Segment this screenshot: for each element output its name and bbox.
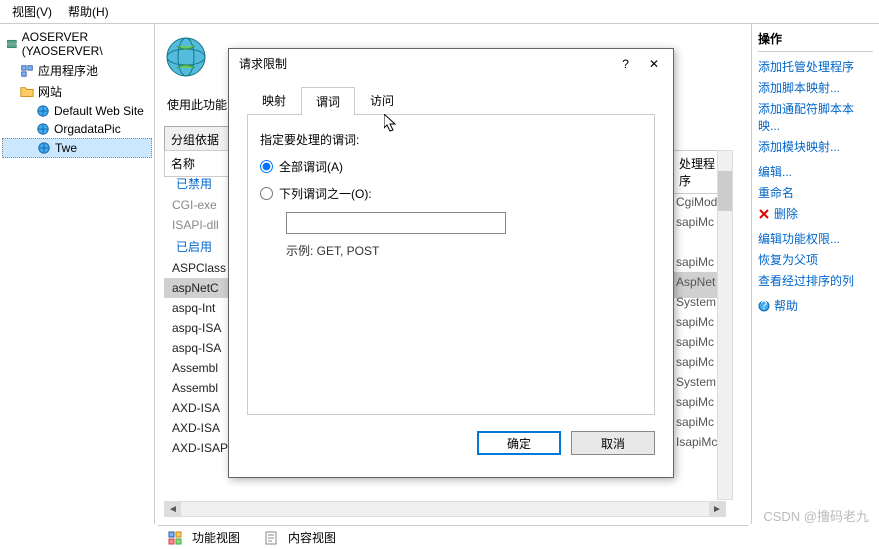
scroll-thumb[interactable]: [718, 171, 732, 211]
tab-features-label: 功能视图: [186, 527, 246, 548]
globe-icon: [36, 122, 50, 136]
apppool-icon: [20, 64, 34, 78]
page-globe-icon: [165, 36, 207, 78]
action-delete-label: 删除: [774, 205, 798, 222]
help-icon: ?: [758, 300, 770, 312]
action-rename[interactable]: 重命名: [758, 182, 873, 203]
tree-panel: AOSERVER (YAOSERVER\ 应用程序池 网站 Default We…: [0, 24, 155, 524]
radio-list-verbs[interactable]: 下列谓词之一(O):: [260, 185, 642, 202]
tree-apppool[interactable]: 应用程序池: [2, 60, 152, 81]
globe-icon: [37, 141, 51, 155]
group-by-header[interactable]: 分组依据: [164, 126, 228, 153]
action-edit-perm[interactable]: 编辑功能权限...: [758, 228, 873, 249]
tab-content: 指定要处理的谓词: 全部谓词(A) 下列谓词之一(O): 示例: GET, PO…: [247, 115, 655, 415]
dialog-titlebar: 请求限制 ? ✕: [229, 49, 673, 78]
delete-icon: [758, 208, 770, 220]
action-edit[interactable]: 编辑...: [758, 161, 873, 182]
tree-apppool-label: 应用程序池: [38, 62, 98, 79]
tab-access[interactable]: 访问: [355, 86, 409, 114]
radio-all-verbs[interactable]: 全部谓词(A): [260, 158, 642, 175]
radio-all-label: 全部谓词(A): [279, 158, 343, 175]
action-revert[interactable]: 恢复为父项: [758, 249, 873, 270]
tree-site-twe[interactable]: Twe: [2, 138, 152, 158]
actions-panel: 操作 添加托管处理程序 添加脚本映射... 添加通配符脚本本映... 添加模块映…: [751, 24, 879, 524]
tree-server-label: AOSERVER (YAOSERVER\: [22, 30, 148, 58]
features-icon: [168, 531, 182, 545]
radio-list-label: 下列谓词之一(O):: [279, 185, 372, 202]
action-help-label: 帮助: [774, 297, 798, 314]
dialog-title: 请求限制: [239, 55, 287, 72]
radio-list-input[interactable]: [260, 187, 273, 200]
dialog-buttons: 确定 取消: [229, 423, 673, 463]
menu-help[interactable]: 帮助(H): [60, 1, 117, 22]
action-add-module[interactable]: 添加模块映射...: [758, 136, 873, 157]
action-help[interactable]: ? 帮助: [758, 295, 873, 316]
action-add-managed[interactable]: 添加托管处理程序: [758, 56, 873, 77]
tree-sites-label: 网站: [38, 83, 62, 100]
tree-site-default-label: Default Web Site: [54, 104, 144, 118]
folder-icon: [20, 85, 34, 99]
tab-features-view[interactable]: 功能视图: [162, 528, 252, 547]
verb-example: 示例: GET, POST: [286, 242, 642, 259]
dialog-body: 映射 谓词 访问 指定要处理的谓词: 全部谓词(A) 下列谓词之一(O): 示例…: [229, 78, 673, 423]
verbs-label: 指定要处理的谓词:: [260, 131, 642, 148]
tab-content-label: 内容视图: [282, 527, 342, 548]
tree-site-orgadata-label: OrgadataPic: [54, 122, 121, 136]
bottom-tabs: 功能视图 内容视图: [158, 525, 748, 549]
ok-button[interactable]: 确定: [477, 431, 561, 455]
action-add-script[interactable]: 添加脚本映射...: [758, 77, 873, 98]
tree-site-orgadata[interactable]: OrgadataPic: [2, 120, 152, 138]
tree-site-twe-label: Twe: [55, 141, 77, 155]
actions-title: 操作: [758, 30, 873, 52]
svg-text:?: ?: [761, 300, 768, 312]
dialog-tabs: 映射 谓词 访问: [247, 86, 655, 115]
tree-server[interactable]: AOSERVER (YAOSERVER\: [2, 28, 152, 60]
tab-mapping[interactable]: 映射: [247, 86, 301, 114]
globe-icon: [36, 104, 50, 118]
help-button[interactable]: ?: [618, 57, 633, 71]
close-button[interactable]: ✕: [645, 57, 663, 71]
watermark: CSDN @撸码老九: [763, 506, 869, 525]
cancel-button[interactable]: 取消: [571, 431, 655, 455]
action-view-ordered[interactable]: 查看经过排序的列: [758, 270, 873, 291]
use-feature-label: 使用此功能: [167, 96, 227, 113]
horizontal-scrollbar[interactable]: ◄ ►: [164, 501, 726, 517]
verb-list-input[interactable]: [286, 212, 506, 234]
action-add-wildcard[interactable]: 添加通配符脚本本映...: [758, 98, 873, 136]
action-delete[interactable]: 删除: [758, 203, 873, 224]
tree-site-default[interactable]: Default Web Site: [2, 102, 152, 120]
tab-verbs[interactable]: 谓词: [301, 87, 355, 115]
server-icon: [6, 37, 18, 51]
radio-all-input[interactable]: [260, 160, 273, 173]
request-restrictions-dialog: 请求限制 ? ✕ 映射 谓词 访问 指定要处理的谓词: 全部谓词(A) 下列谓词…: [228, 48, 674, 478]
tab-content-view[interactable]: 内容视图: [258, 528, 348, 547]
menu-view[interactable]: 视图(V): [4, 1, 60, 22]
scroll-left-button[interactable]: ◄: [165, 502, 181, 516]
content-icon: [264, 531, 278, 545]
vertical-scrollbar[interactable]: [717, 150, 733, 500]
menubar: 视图(V) 帮助(H): [0, 0, 879, 24]
scroll-right-button[interactable]: ►: [709, 502, 725, 516]
tree-sites[interactable]: 网站: [2, 81, 152, 102]
